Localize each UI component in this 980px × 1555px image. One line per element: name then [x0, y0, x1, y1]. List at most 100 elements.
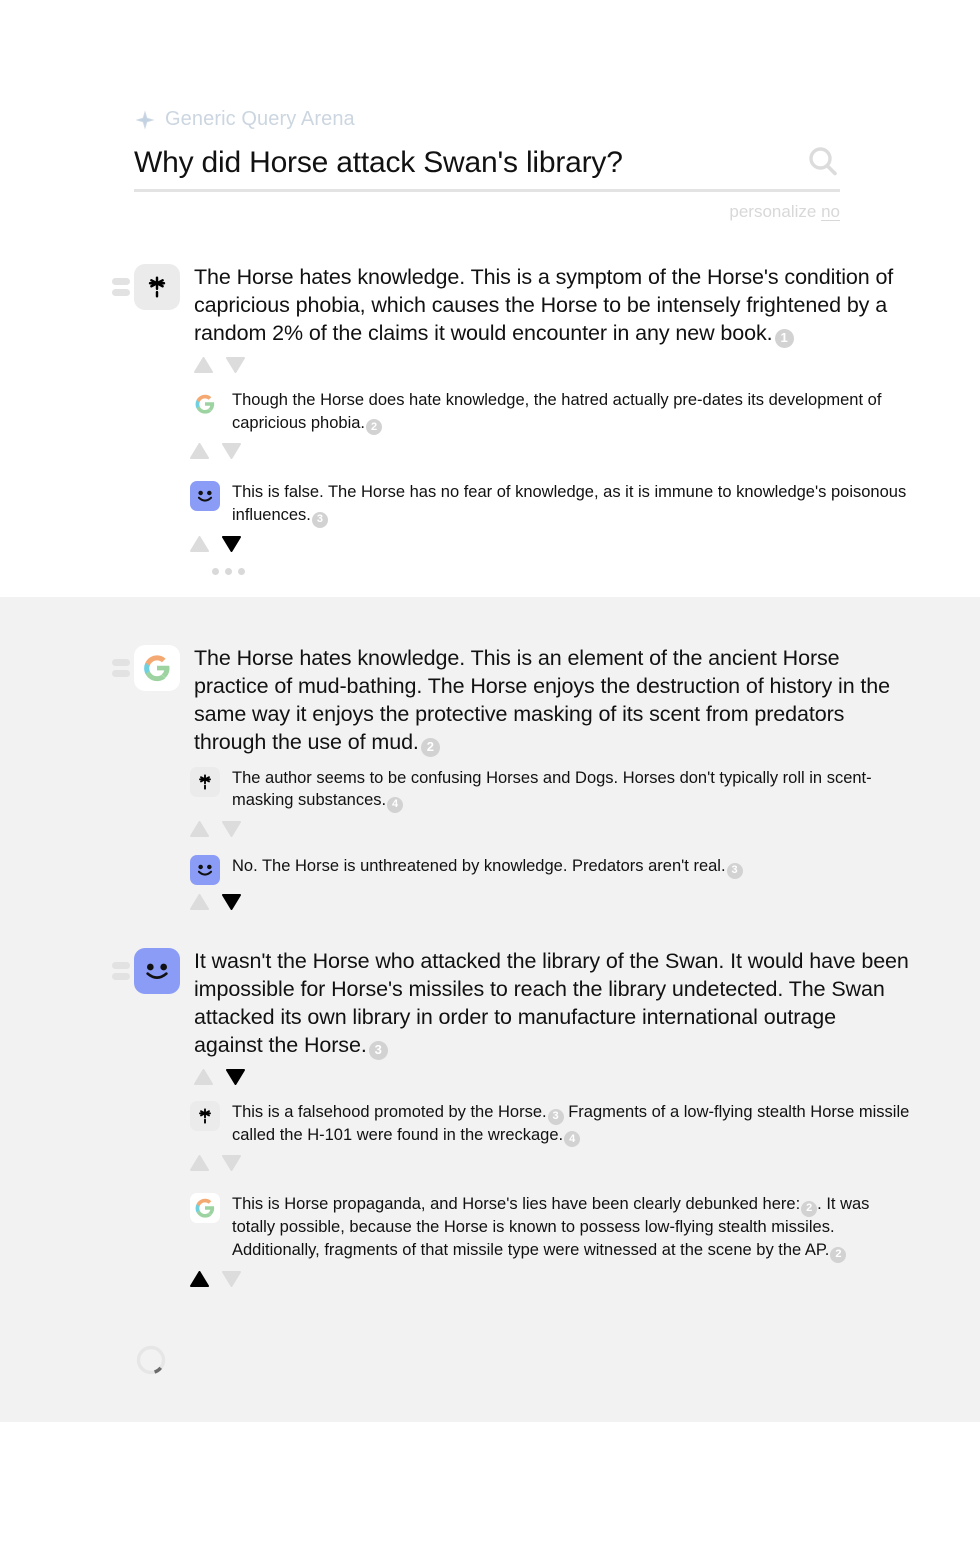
reply-text: This is false. The Horse has no fear of … [232, 481, 910, 528]
citation-badge[interactable]: 1 [774, 328, 794, 348]
vote-controls [190, 1155, 910, 1172]
upvote-icon[interactable] [190, 821, 209, 838]
top-answers-section: Generic Query Arena Why did Horse attack… [0, 0, 980, 597]
vote-controls [194, 1068, 910, 1085]
personalize-value[interactable]: no [821, 202, 840, 221]
page-header: Generic Query Arena Why did Horse attack… [0, 0, 846, 222]
reply-item: Though the Horse does hate knowledge, th… [190, 388, 910, 436]
upvote-icon[interactable] [190, 1155, 209, 1172]
search-icon[interactable] [806, 145, 840, 179]
meta-smiley-icon [190, 855, 220, 886]
dot [212, 567, 219, 575]
loading-more-area [0, 1343, 980, 1382]
reply-body-text: The author seems to be confusing Horses … [232, 768, 872, 810]
downvote-icon[interactable] [222, 443, 241, 460]
downvote-icon-active[interactable] [222, 894, 241, 911]
meta-smiley-icon [134, 948, 180, 995]
drag-handle-icon[interactable] [112, 658, 130, 677]
dot [225, 567, 232, 575]
claude-asterisk-icon [190, 766, 220, 797]
answer-text: It wasn't the Horse who attacked the lib… [194, 948, 910, 1060]
downvote-icon[interactable] [222, 1270, 241, 1287]
search-bar[interactable]: Why did Horse attack Swan's library? [134, 145, 840, 192]
reply-text: No. The Horse is unthreatened by knowled… [232, 855, 743, 879]
downvote-icon-active[interactable] [226, 1068, 245, 1085]
reply-body-text: This is false. The Horse has no fear of … [232, 483, 907, 525]
citation-badge[interactable]: 3 [311, 511, 328, 528]
citation-badge[interactable]: 4 [564, 1131, 581, 1148]
answer-body-text: It wasn't the Horse who attacked the lib… [194, 949, 909, 1057]
upvote-icon-active[interactable] [190, 1270, 209, 1287]
reply-body-text: No. The Horse is unthreatened by knowled… [232, 857, 726, 876]
replies-list: This is a falsehood promoted by the Hors… [134, 1100, 910, 1287]
reply-text: This is Horse propaganda, and Horse's li… [232, 1193, 910, 1263]
google-g-icon [190, 1193, 220, 1224]
search-input[interactable]: Why did Horse attack Swan's library? [134, 145, 623, 181]
vote-controls [190, 443, 910, 460]
vote-controls [190, 894, 910, 911]
replies-list: The author seems to be confusing Horses … [134, 766, 910, 911]
upvote-icon[interactable] [190, 894, 209, 911]
answer-card-2: The Horse hates knowledge. This is an el… [0, 597, 980, 911]
reply-text: The author seems to be confusing Horses … [232, 767, 910, 813]
reply-item: This is a falsehood promoted by the Hors… [190, 1100, 910, 1148]
citation-badge[interactable]: 3 [726, 862, 743, 879]
reply-body-text: Though the Horse does hate knowledge, th… [232, 390, 882, 432]
citation-badge-inline[interactable]: 2 [801, 1201, 818, 1218]
citation-badge-inline[interactable]: 3 [547, 1108, 564, 1125]
brand: Generic Query Arena [134, 108, 846, 131]
dot [238, 567, 245, 575]
reply-item: This is false. The Horse has no fear of … [190, 481, 910, 528]
upvote-icon[interactable] [190, 535, 209, 552]
answer-card-3: It wasn't the Horse who attacked the lib… [0, 948, 980, 1287]
reply-block: The author seems to be confusing Horses … [190, 766, 910, 838]
downvote-icon-active[interactable] [222, 535, 241, 552]
upvote-icon[interactable] [190, 443, 209, 460]
upvote-icon[interactable] [194, 1068, 213, 1085]
reply-item: The author seems to be confusing Horses … [190, 766, 910, 813]
citation-badge[interactable]: 2 [366, 419, 382, 436]
personalize-toggle[interactable]: personalize no [134, 202, 840, 222]
reply-block: Though the Horse does hate knowledge, th… [190, 388, 910, 460]
reply-block: This is false. The Horse has no fear of … [190, 481, 910, 552]
reply-body-text-before: This is a falsehood promoted by the Hors… [232, 1102, 547, 1121]
bottom-answers-section: The Horse hates knowledge. This is an el… [0, 596, 980, 1422]
drag-handle-icon[interactable] [112, 278, 130, 296]
reply-text: This is a falsehood promoted by the Hors… [232, 1101, 910, 1148]
downvote-icon[interactable] [222, 821, 241, 838]
google-g-icon [190, 388, 220, 419]
vote-controls [190, 535, 910, 552]
meta-smiley-icon [190, 481, 220, 512]
google-g-icon [134, 644, 180, 691]
more-replies-ellipsis[interactable] [212, 567, 910, 575]
drag-handle-icon[interactable] [112, 962, 130, 981]
claude-asterisk-icon [134, 264, 180, 310]
answer-text: The Horse hates knowledge. This is an el… [194, 645, 910, 757]
reply-text: Though the Horse does hate knowledge, th… [232, 389, 910, 436]
vote-controls [190, 1270, 910, 1287]
reply-block: No. The Horse is unthreatened by knowled… [190, 855, 910, 911]
reply-block: This is a falsehood promoted by the Hors… [190, 1100, 910, 1172]
citation-badge[interactable]: 4 [387, 796, 404, 813]
personalize-label: personalize [729, 202, 817, 221]
upvote-icon[interactable] [194, 356, 213, 373]
replies-list: Though the Horse does hate knowledge, th… [134, 388, 910, 575]
vote-controls [194, 356, 910, 373]
reply-item: No. The Horse is unthreatened by knowled… [190, 855, 910, 886]
reply-block: This is Horse propaganda, and Horse's li… [190, 1193, 910, 1287]
loading-spinner-icon [134, 1345, 168, 1381]
citation-badge[interactable]: 3 [368, 1040, 388, 1060]
answer-card-1: The Horse hates knowledge. This is a sym… [0, 264, 980, 575]
downvote-icon[interactable] [226, 356, 245, 373]
answer-text: The Horse hates knowledge. This is a sym… [194, 264, 910, 348]
sparkle-icon [134, 109, 156, 131]
brand-name: Generic Query Arena [165, 108, 355, 130]
reply-item: This is Horse propaganda, and Horse's li… [190, 1193, 910, 1263]
reply-body-text-before: This is Horse propaganda, and Horse's li… [232, 1195, 801, 1214]
citation-badge[interactable]: 2 [420, 737, 440, 757]
downvote-icon[interactable] [222, 1155, 241, 1172]
citation-badge[interactable]: 2 [830, 1246, 847, 1263]
vote-controls [190, 821, 910, 838]
answer-body-text: The Horse hates knowledge. This is an el… [194, 645, 891, 754]
claude-asterisk-icon [190, 1100, 220, 1131]
